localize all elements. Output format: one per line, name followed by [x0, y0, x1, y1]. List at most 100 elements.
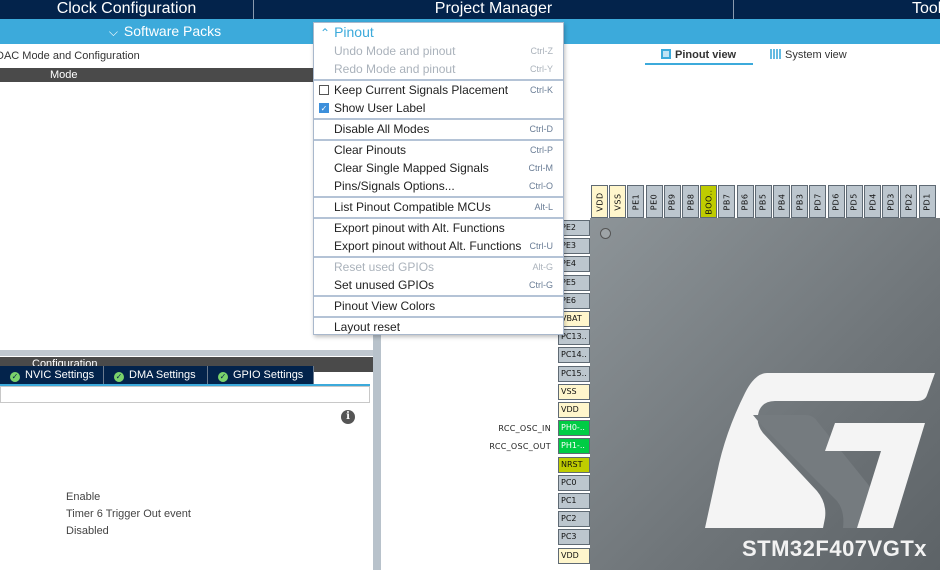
- pinout-menu-header[interactable]: ⌃ Pinout: [314, 23, 563, 41]
- info-icon[interactable]: i: [341, 410, 355, 424]
- system-view-label: System view: [785, 49, 847, 61]
- tab-project-manager[interactable]: Project Manager: [254, 0, 734, 19]
- menu-item-shortcut: Ctrl-K: [530, 85, 553, 95]
- pin-pc2[interactable]: PC2: [558, 511, 590, 528]
- pin-pc15[interactable]: PC15..: [558, 365, 590, 382]
- menu-item-shortcut: Ctrl-P: [530, 145, 553, 155]
- st-logo-icon: [705, 373, 935, 528]
- menu-item-clear-pinouts[interactable]: Clear Pinouts Ctrl-P: [314, 141, 563, 159]
- menu-item-undo-mode-and-pinout: Undo Mode and pinout Ctrl-Z: [314, 42, 563, 60]
- pin-pc1[interactable]: PC1: [558, 493, 590, 509]
- menu-item-shortcut: Ctrl-O: [529, 181, 553, 191]
- menu-item-redo-mode-and-pinout: Redo Mode and pinout Ctrl-Y: [314, 60, 563, 78]
- pin-pd4[interactable]: PD4: [864, 185, 881, 218]
- pin-vdd[interactable]: VDD: [558, 402, 590, 418]
- param-value: Timer 6 Trigger Out event: [66, 508, 191, 520]
- pin-ph1[interactable]: PH1-..: [558, 438, 590, 455]
- menu-item-show-user-label[interactable]: ✓ Show User Label: [314, 99, 563, 117]
- pin-pc3[interactable]: PC3: [558, 529, 590, 546]
- pinout-dropdown-menu: ⌃ Pinout Undo Mode and pinout Ctrl-Z Redo M…: [313, 22, 564, 335]
- pin-pd3[interactable]: PD3: [882, 185, 900, 218]
- pinout-menu-title: Pinout: [334, 24, 374, 40]
- menu-item-layout-reset[interactable]: Layout reset: [314, 318, 563, 336]
- menu-item-keep-current-signals-placement[interactable]: Keep Current Signals Placement Ctrl-K: [314, 81, 563, 99]
- checkbox-icon[interactable]: [319, 85, 329, 95]
- pin-pe1[interactable]: PE1: [627, 185, 645, 218]
- pin-label: VSS: [613, 192, 623, 211]
- pin-label: PD4: [868, 192, 877, 211]
- menu-item-label: Layout reset: [334, 320, 401, 334]
- checkbox-checked-icon[interactable]: ✓: [319, 103, 329, 113]
- pin-label: PD3: [886, 192, 896, 211]
- pin-label: PB3: [795, 193, 805, 210]
- menu-item-label: Keep Current Signals Placement: [334, 83, 509, 97]
- tab-nvic-settings[interactable]: ✓ NVIC Settings: [0, 366, 104, 384]
- pin-pc0[interactable]: PC0: [558, 474, 590, 491]
- pin-vss[interactable]: VSS: [609, 185, 627, 218]
- pin-label: PD5: [849, 192, 859, 211]
- pinout-view-label: Pinout view: [675, 49, 737, 61]
- pin-label: BOO..: [704, 188, 714, 215]
- pin-pb7[interactable]: PB7: [718, 185, 736, 218]
- software-packs-button[interactable]: ⌵ Software Packs: [0, 19, 330, 44]
- chip-part-number: STM32F407VGTx: [741, 536, 927, 561]
- menu-item-pins-signals-options[interactable]: Pins/Signals Options... Ctrl-O: [314, 177, 563, 195]
- pin-pe0[interactable]: PE0: [645, 185, 663, 218]
- parameter-search-input[interactable]: [0, 386, 370, 403]
- pin-pb5[interactable]: PB5: [754, 185, 772, 218]
- pin-pb8[interactable]: PB8: [682, 185, 699, 218]
- pin-ph0[interactable]: PH0-..: [558, 420, 590, 437]
- menu-item-shortcut: Ctrl-G: [529, 280, 553, 290]
- menu-item-label: Clear Single Mapped Signals: [334, 161, 489, 175]
- menu-item-label: Redo Mode and pinout: [334, 62, 456, 76]
- menu-item-disable-all-modes[interactable]: Disable All Modes Ctrl-D: [314, 120, 563, 138]
- check-circle-icon: ✓: [218, 372, 228, 382]
- pin1-marker: [600, 228, 611, 239]
- pin-pd6[interactable]: PD6: [827, 185, 845, 218]
- menu-item-clear-single-mapped-signals[interactable]: Clear Single Mapped Signals Ctrl-M: [314, 159, 563, 177]
- menu-item-export-pinout-with-alt-functions[interactable]: Export pinout with Alt. Functions: [314, 219, 563, 237]
- menu-item-label: Pins/Signals Options...: [334, 179, 455, 193]
- menu-item-list-pinout-compatible-mcus[interactable]: List Pinout Compatible MCUs Alt-L: [314, 198, 563, 216]
- pin-vdd[interactable]: VDD: [558, 547, 590, 564]
- mcu-chip: STM32F407VGTx: [590, 218, 940, 570]
- pin-nrst[interactable]: NRST: [558, 456, 590, 473]
- param-value: Enable: [66, 491, 101, 503]
- pin-pb6[interactable]: PB6: [736, 185, 754, 218]
- pin-boo[interactable]: BOO..: [700, 185, 718, 218]
- pin-vss[interactable]: VSS: [558, 383, 590, 400]
- pin-label: PE1: [631, 193, 641, 210]
- menu-item-export-pinout-without-alt-functions[interactable]: Export pinout without Alt. Functions Ctrl…: [314, 237, 563, 255]
- tab-dma-settings[interactable]: ✓ DMA Settings: [104, 366, 208, 384]
- pin-label: PB8: [686, 193, 695, 210]
- active-view-underline: [645, 63, 753, 65]
- pin-pd2[interactable]: PD2: [900, 185, 918, 218]
- menu-item-pinout-view-colors[interactable]: Pinout View Colors: [314, 297, 563, 315]
- tab-tools[interactable]: Tools: [734, 0, 940, 19]
- pin-pb4[interactable]: PB4: [773, 185, 790, 218]
- software-packs-label: Software Packs: [123, 23, 222, 39]
- pin-label: PB4: [777, 193, 786, 210]
- pin-signal-label: RCC_OSC_OUT: [489, 442, 551, 452]
- menu-item-set-unused-gpios[interactable]: Set unused GPIOs Ctrl-G: [314, 276, 563, 294]
- tab-clock-configuration[interactable]: Clock Configuration: [0, 0, 254, 19]
- pin-pd5[interactable]: PD5: [845, 185, 863, 218]
- menu-item-label: Undo Mode and pinout: [334, 44, 456, 58]
- pin-pc14[interactable]: PC14..: [558, 347, 590, 364]
- pin-label: PB9: [667, 193, 677, 210]
- pin-label: PB6: [740, 193, 750, 210]
- tab-label: DMA Settings: [129, 369, 196, 381]
- pin-pd1[interactable]: PD1: [918, 185, 936, 218]
- system-view-tab[interactable]: System view: [770, 49, 847, 61]
- menu-item-shortcut: Alt-G: [532, 262, 553, 272]
- horizontal-splitter[interactable]: [0, 350, 374, 356]
- pin-label: PD6: [831, 192, 841, 211]
- pin-pb9[interactable]: PB9: [663, 185, 681, 218]
- tab-gpio-settings[interactable]: ✓ GPIO Settings: [208, 366, 314, 384]
- pin-pb3[interactable]: PB3: [791, 185, 809, 218]
- pin-pd7[interactable]: PD7: [809, 185, 827, 218]
- tab-label: GPIO Settings: [233, 369, 304, 381]
- pin-vdd[interactable]: VDD: [591, 185, 608, 218]
- pinout-view-tab[interactable]: Pinout view: [661, 49, 736, 61]
- menu-item-label: Show User Label: [334, 101, 426, 115]
